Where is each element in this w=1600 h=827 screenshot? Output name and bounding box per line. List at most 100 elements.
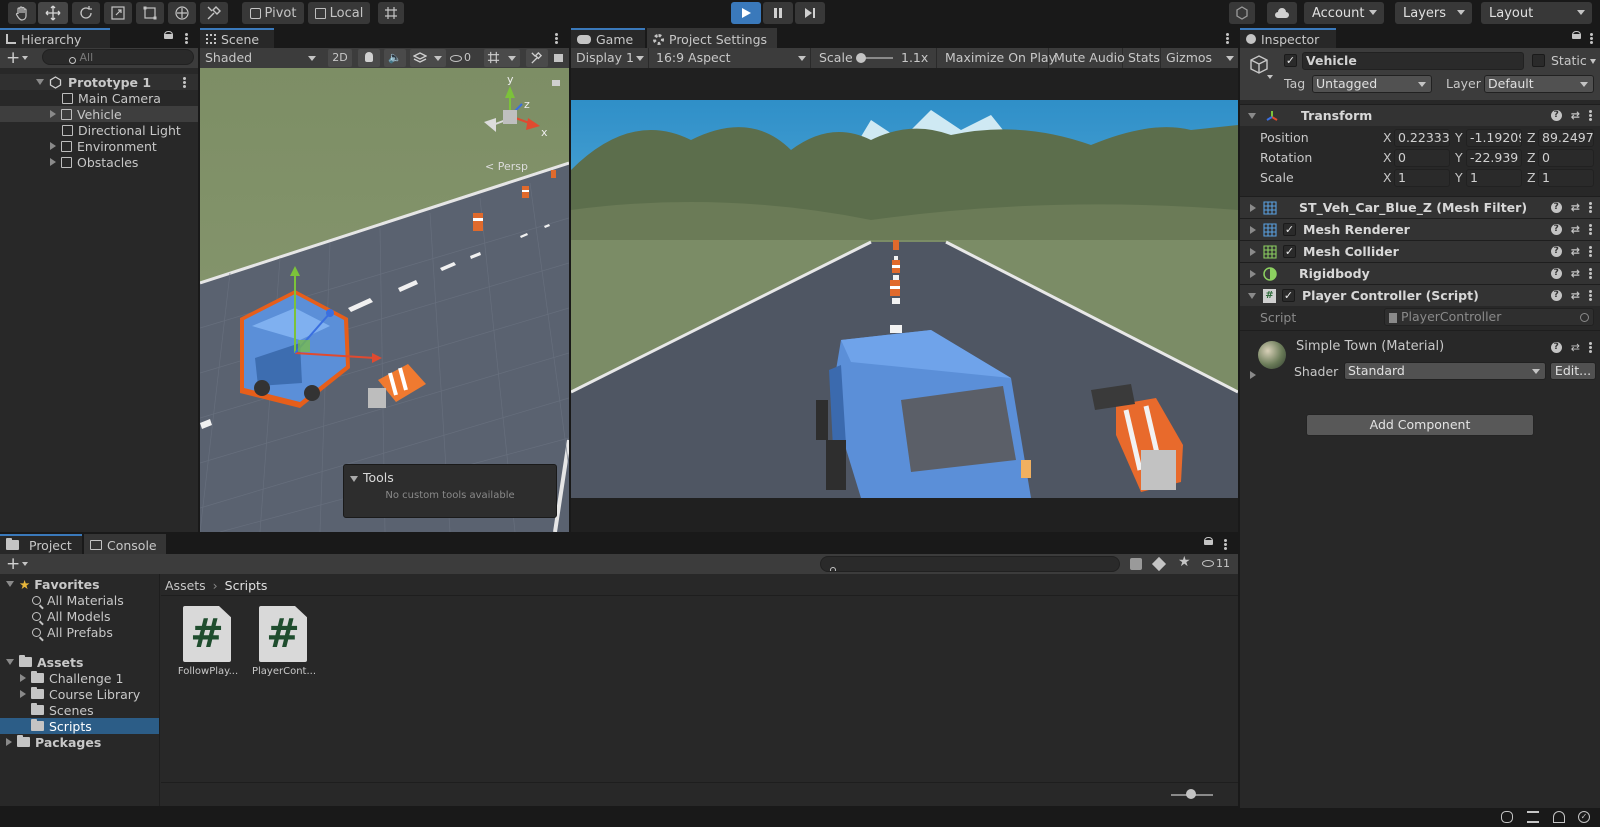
account-dropdown[interactable]: Account	[1304, 2, 1384, 24]
favorite-star-icon[interactable]: ★	[1178, 554, 1191, 570]
help-icon[interactable]: ?	[1550, 246, 1562, 257]
position-y-field[interactable]: -1.19209	[1466, 129, 1522, 147]
collapse-icon[interactable]	[350, 476, 358, 482]
help-icon[interactable]: ?	[1550, 224, 1562, 235]
pause-button[interactable]	[763, 2, 793, 24]
tools-toggle[interactable]	[526, 49, 548, 67]
add-component-button[interactable]: Add Component	[1306, 414, 1534, 436]
rect-tool-button[interactable]	[136, 2, 164, 24]
tab-project[interactable]: Project	[0, 534, 82, 554]
player-controller-component-header[interactable]: # ✓ Player Controller (Script) ? ⇄	[1240, 284, 1600, 306]
layers-dropdown[interactable]: Layers	[1395, 2, 1472, 24]
expand-icon[interactable]	[6, 738, 12, 746]
project-menu-button[interactable]	[1224, 538, 1227, 551]
layout-dropdown[interactable]: Layout	[1481, 2, 1592, 24]
object-name-field[interactable]: Vehicle	[1302, 52, 1524, 70]
hierarchy-search-input[interactable]: All	[42, 49, 194, 65]
favorites-header[interactable]: ★ Favorites	[0, 576, 159, 592]
scale-y-field[interactable]: 1	[1466, 169, 1522, 187]
breadcrumb-scripts[interactable]: Scripts	[225, 578, 268, 593]
favorite-item-all-prefabs[interactable]: All Prefabs	[0, 624, 159, 640]
mute-audio-toggle[interactable]: Mute Audio	[1049, 48, 1125, 68]
shader-edit-button[interactable]: Edit...	[1550, 362, 1596, 380]
help-icon[interactable]: ?	[1550, 202, 1562, 213]
tab-game[interactable]: Game	[571, 28, 645, 48]
chevron-down-icon[interactable]	[22, 56, 28, 60]
position-z-field[interactable]: 89.24976	[1538, 129, 1594, 147]
expand-icon[interactable]	[50, 110, 56, 118]
collapse-icon[interactable]	[6, 581, 14, 587]
camera-settings-toggle[interactable]	[552, 49, 566, 67]
inspector-menu-button[interactable]	[1590, 32, 1593, 45]
lock-icon[interactable]	[1572, 31, 1581, 39]
tab-inspector[interactable]: Inspector	[1240, 28, 1336, 48]
scale-z-field[interactable]: 1	[1538, 169, 1594, 187]
scene-viewport[interactable]: y z x < Persp	[200, 68, 569, 532]
grid-snap-button[interactable]	[378, 2, 404, 24]
tools-overlay[interactable]: Tools No custom tools available	[343, 464, 557, 518]
gizmos-dropdown[interactable]: Gizmos	[1161, 48, 1238, 68]
expand-icon[interactable]	[50, 142, 56, 150]
custom-tool-button[interactable]	[200, 2, 228, 24]
maximize-on-play-toggle[interactable]: Maximize On Play	[939, 48, 1056, 68]
file-item-followplayer[interactable]: # FollowPlay...	[174, 606, 242, 678]
favorite-item-all-models[interactable]: All Models	[0, 608, 159, 624]
active-checkbox[interactable]: ✓	[1284, 54, 1297, 67]
transform-tool-button[interactable]	[168, 2, 196, 24]
toggle-2d-button[interactable]: 2D	[328, 49, 352, 67]
filter-by-type-icon[interactable]	[1130, 558, 1142, 570]
expand-icon[interactable]	[1250, 247, 1256, 256]
tag-dropdown[interactable]: Untagged	[1312, 75, 1432, 93]
chevron-down-icon[interactable]	[22, 562, 28, 566]
grid-toggle[interactable]	[484, 49, 520, 67]
material-menu-button[interactable]	[1589, 341, 1592, 354]
collapse-icon[interactable]	[6, 659, 14, 665]
shader-dropdown[interactable]: Standard	[1344, 362, 1546, 380]
aspect-dropdown[interactable]: 16:9 Aspect	[651, 48, 811, 68]
mesh-renderer-enabled-checkbox[interactable]: ✓	[1283, 223, 1296, 236]
position-x-field[interactable]: 0.22333	[1394, 129, 1450, 147]
expand-icon[interactable]	[20, 690, 26, 698]
help-icon[interactable]: ?	[1550, 342, 1562, 353]
display-dropdown[interactable]: Display 1	[571, 48, 649, 68]
hand-tool-button[interactable]	[8, 2, 36, 24]
lighting-toggle[interactable]	[358, 49, 380, 67]
filter-by-label-icon[interactable]	[1151, 556, 1167, 572]
preset-icon[interactable]: ⇄	[1571, 245, 1580, 258]
tab-scene[interactable]: Scene	[200, 28, 274, 48]
expand-icon[interactable]	[1250, 203, 1256, 212]
rotate-tool-button[interactable]	[72, 2, 100, 24]
check-circle-icon[interactable]: ✓	[1578, 811, 1590, 823]
scale-tool-button[interactable]	[104, 2, 132, 24]
rigidbody-component-header[interactable]: Rigidbody ? ⇄	[1240, 262, 1600, 284]
breadcrumb-assets[interactable]: Assets	[165, 578, 206, 593]
icon-size-slider-thumb[interactable]	[1186, 789, 1196, 799]
hierarchy-menu-button[interactable]	[185, 32, 188, 45]
collapse-icon[interactable]	[1248, 112, 1256, 119]
collab-button[interactable]	[1229, 2, 1255, 24]
expand-icon[interactable]	[20, 674, 26, 682]
play-button[interactable]	[731, 2, 761, 24]
expand-icon[interactable]	[36, 79, 44, 85]
preset-icon[interactable]: ⇄	[1571, 341, 1580, 354]
expand-icon[interactable]	[1250, 269, 1256, 278]
create-asset-button[interactable]: +	[6, 554, 20, 574]
rotation-x-field[interactable]: 0	[1394, 149, 1450, 167]
stats-toggle[interactable]: Stats	[1123, 48, 1161, 68]
favorite-item-all-materials[interactable]: All Materials	[0, 592, 159, 608]
scene-menu-button[interactable]	[555, 32, 558, 45]
preset-icon[interactable]: ⇄	[1571, 289, 1580, 302]
scene-root-row[interactable]: Prototype 1	[0, 74, 198, 90]
mesh-collider-enabled-checkbox[interactable]: ✓	[1283, 245, 1296, 258]
bug-icon[interactable]	[1501, 811, 1513, 823]
audio-toggle[interactable]: 🔈	[384, 49, 406, 67]
component-menu-button[interactable]	[1589, 223, 1592, 236]
preset-icon[interactable]: ⇄	[1571, 223, 1580, 236]
folder-scenes[interactable]: Scenes	[0, 702, 159, 718]
shading-mode-dropdown[interactable]: Shaded	[200, 48, 320, 68]
scale-x-field[interactable]: 1	[1394, 169, 1450, 187]
step-button[interactable]	[795, 2, 825, 24]
tab-console[interactable]: Console	[84, 534, 166, 554]
hierarchy-item-obstacles[interactable]: Obstacles	[0, 154, 198, 170]
folder-scripts[interactable]: Scripts	[0, 718, 159, 734]
